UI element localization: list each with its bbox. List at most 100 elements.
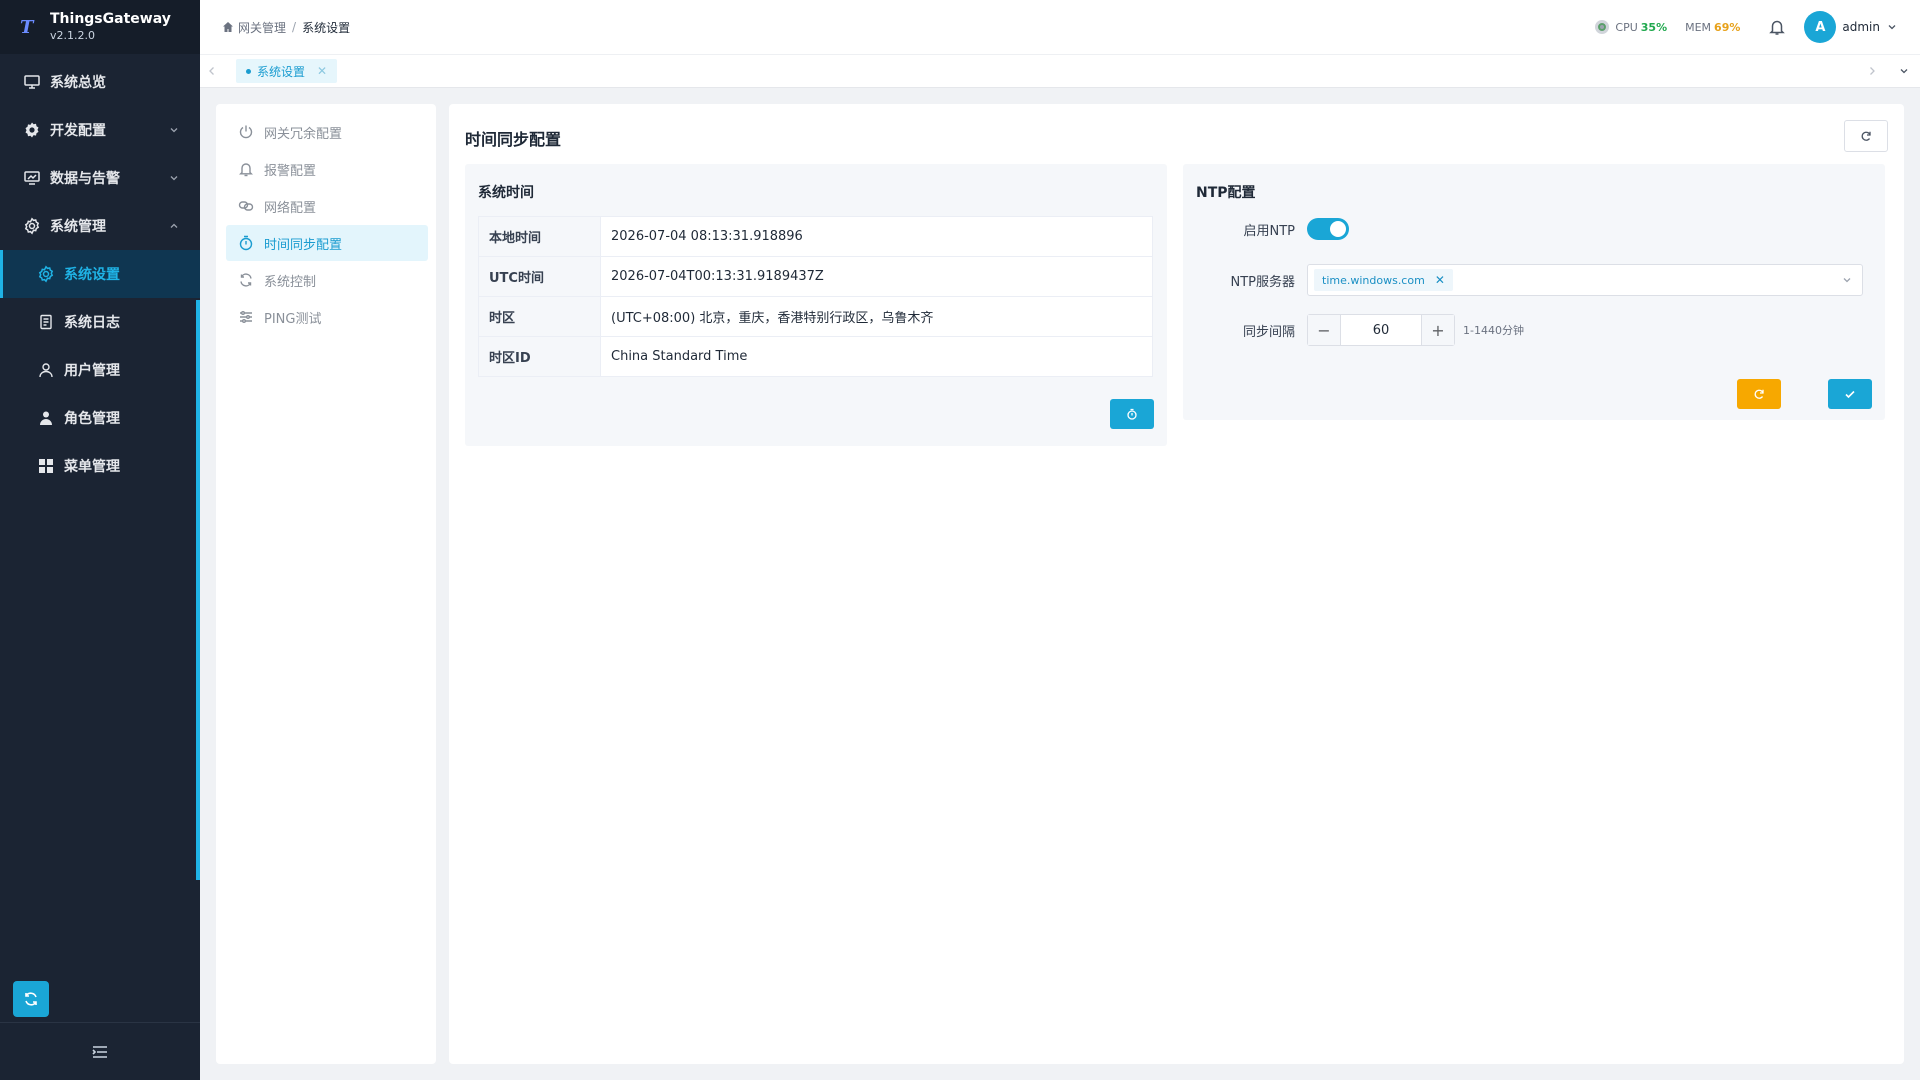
nav-item-dev-config[interactable]: 开发配置	[0, 106, 200, 154]
breadcrumb-item[interactable]: 网关管理	[238, 19, 286, 36]
table-key: 时区	[478, 296, 601, 337]
nav-sub-system-settings[interactable]: 系统设置	[0, 250, 200, 298]
nav-item-overview[interactable]: 系统总览	[0, 58, 200, 106]
nav-sub-label: 菜单管理	[64, 459, 120, 475]
app-logo: T	[20, 16, 34, 38]
settings-item-ping[interactable]: PING测试	[226, 299, 428, 335]
table-value: (UTC+08:00) 北京，重庆，香港特别行政区，乌鲁木齐	[600, 296, 1153, 337]
notification-bell-icon[interactable]	[1768, 18, 1786, 36]
tab-system-settings[interactable]: 系统设置 ✕	[236, 59, 338, 83]
chevron-down-icon	[170, 176, 178, 181]
ntp-server-tag: time.windows.com ✕	[1314, 269, 1453, 291]
refresh-icon	[1754, 389, 1764, 399]
sidebar-scrollbar[interactable]	[196, 300, 200, 880]
sync-interval-input[interactable]: 60	[1340, 315, 1422, 345]
sync-interval-hint: 1-1440分钟	[1463, 324, 1524, 337]
nav-item-label: 开发配置	[50, 123, 106, 139]
close-icon[interactable]: ✕	[317, 64, 327, 78]
sync-interval-label: 同步间隔	[1242, 324, 1295, 340]
breadcrumb-separator: /	[292, 20, 297, 34]
settings-item-alarm[interactable]: 报警配置	[226, 151, 428, 187]
tabs-right-controls	[1856, 65, 1920, 77]
refresh-button[interactable]	[13, 981, 49, 1017]
settings-icon	[22, 216, 42, 236]
chevron-up-icon	[170, 223, 178, 228]
table-row: 时区 (UTC+08:00) 北京，重庆，香港特别行政区，乌鲁木齐	[478, 296, 1153, 337]
chevron-down-icon[interactable]	[1886, 21, 1898, 33]
breadcrumb: 网关管理 / 系统设置	[222, 19, 350, 36]
tabs-scroll-left-button[interactable]	[200, 66, 224, 76]
settings-item-redundancy[interactable]: 网关冗余配置	[226, 114, 428, 150]
monitor-icon	[22, 72, 42, 92]
ntp-config-title: NTP配置	[1196, 185, 1256, 201]
table-row: UTC时间 2026-07-04T00:13:31.9189437Z	[478, 256, 1153, 297]
breadcrumb-current: 系统设置	[302, 20, 351, 35]
active-dot	[246, 68, 251, 74]
nav-sub-system-log[interactable]: 系统日志	[0, 298, 200, 346]
ntp-enable-toggle[interactable]	[1307, 218, 1349, 240]
nav-item-system-mgmt[interactable]: 系统管理	[0, 202, 200, 250]
settings-item-time-sync[interactable]: 时间同步配置	[226, 225, 428, 261]
sync-interval-row: 同步间隔 − 60 + 1-1440分钟	[1196, 314, 1524, 346]
nav-sub-label: 角色管理	[64, 411, 120, 427]
ntp-config-panel: NTP配置 启用NTP NTP服务器 time.windows.com ✕ 同步…	[1183, 164, 1885, 420]
link-icon	[238, 198, 254, 214]
gear-icon	[22, 120, 42, 140]
tabs-bar: 系统设置 ✕	[200, 55, 1920, 88]
sidebar: T ThingsGateway v2.1.2.0 系统总览 开发配置 数据与告警	[0, 0, 200, 1080]
nav-item-data-alarm[interactable]: 数据与告警	[0, 154, 200, 202]
bell-icon	[238, 161, 254, 177]
tabs-scroll-right-button[interactable]	[1856, 66, 1888, 76]
menu-fold-icon	[92, 1045, 107, 1058]
save-button[interactable]	[1828, 379, 1872, 409]
ntp-server-row: NTP服务器 time.windows.com ✕	[1196, 264, 1863, 296]
table-value: 2026-07-04 08:13:31.918896	[600, 216, 1153, 257]
settings-item-label: PING测试	[264, 311, 322, 327]
remove-tag-icon[interactable]: ✕	[1435, 273, 1445, 287]
header-right: CPU 35% MEM 69% A admin	[1595, 11, 1898, 43]
sliders-icon	[238, 309, 254, 325]
settings-item-label: 网络配置	[264, 200, 317, 216]
chevron-right-icon	[1870, 67, 1875, 75]
nav-sub-label: 系统日志	[64, 315, 120, 331]
ntp-server-tag-label: time.windows.com	[1322, 273, 1425, 287]
nav-item-label: 系统管理	[50, 219, 106, 235]
decrement-button[interactable]: −	[1308, 315, 1340, 345]
cpu-label: CPU	[1615, 20, 1638, 34]
reset-button[interactable]	[1737, 379, 1781, 409]
nav-item-label: 数据与告警	[50, 171, 120, 187]
nav-sub-user-mgmt[interactable]: 用户管理	[0, 346, 200, 394]
user-name[interactable]: admin	[1842, 20, 1880, 34]
app-name: ThingsGateway	[50, 11, 171, 27]
settings-item-label: 系统控制	[264, 274, 317, 290]
brand: T ThingsGateway v2.1.2.0	[0, 0, 200, 54]
cpu-value: 35%	[1640, 20, 1668, 34]
chevron-left-icon	[209, 67, 214, 75]
home-icon[interactable]	[222, 21, 234, 33]
timer-icon	[1127, 408, 1137, 420]
ntp-enable-label: 启用NTP	[1243, 223, 1295, 239]
ntp-server-select[interactable]: time.windows.com ✕	[1307, 264, 1863, 296]
chevron-down-icon	[170, 128, 178, 133]
settings-icon	[36, 264, 56, 284]
system-time-title: 系统时间	[478, 185, 534, 201]
sync-icon	[238, 272, 254, 288]
sync-now-button[interactable]	[1110, 399, 1154, 429]
sync-interval-stepper: − 60 +	[1307, 314, 1455, 346]
nav-sub-menu-mgmt[interactable]: 菜单管理	[0, 442, 200, 490]
ntp-server-label: NTP服务器	[1230, 274, 1295, 290]
nav-item-label: 系统总览	[50, 75, 106, 91]
reload-button[interactable]	[1844, 120, 1888, 152]
mem-value: 69%	[1714, 20, 1741, 34]
collapse-sidebar-button[interactable]	[0, 1022, 200, 1080]
avatar[interactable]: A	[1804, 11, 1837, 43]
settings-item-network[interactable]: 网络配置	[226, 188, 428, 224]
nav-sub-role-mgmt[interactable]: 角色管理	[0, 394, 200, 442]
tabs-menu-button[interactable]	[1888, 65, 1920, 77]
app-version: v2.1.2.0	[50, 29, 95, 42]
increment-button[interactable]: +	[1422, 315, 1454, 345]
timer-icon	[238, 235, 254, 251]
chevron-down-icon	[1900, 69, 1908, 74]
chevron-down-icon[interactable]	[1832, 274, 1862, 286]
settings-item-system-control[interactable]: 系统控制	[226, 262, 428, 298]
